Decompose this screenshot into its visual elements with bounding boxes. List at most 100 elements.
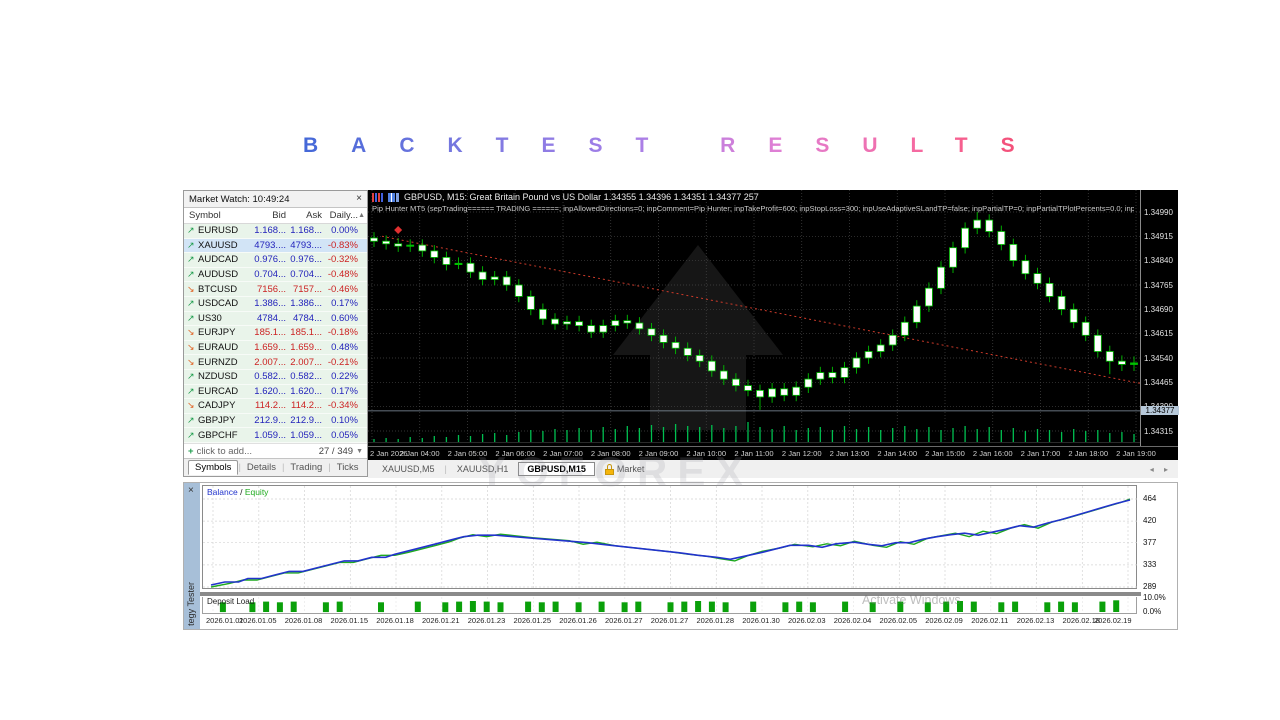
daily-change: 0.17% xyxy=(331,385,358,397)
column-ask[interactable]: Ask xyxy=(286,210,322,221)
date-tick: 2026.01.08 xyxy=(284,616,323,625)
column-symbol[interactable]: Symbol xyxy=(184,210,250,221)
up-arrow-icon: ↗ xyxy=(187,239,195,250)
date-tick: 2026.01.25 xyxy=(513,616,552,625)
date-tick: 2026.02.11 xyxy=(971,616,1009,625)
symbol-name: ↗ GBPCHF xyxy=(187,429,238,441)
ask-value: 7157... xyxy=(292,283,322,295)
load-top-label: 10.0% xyxy=(1143,593,1166,602)
strategy-tester-strip[interactable]: × tegy Tester xyxy=(184,483,200,629)
down-arrow-icon: ↘ xyxy=(187,356,195,367)
candlestick-plot[interactable] xyxy=(368,190,1141,446)
market-watch-row-audusd[interactable]: ↗ AUDUSD 0.704... 0.704... -0.48% xyxy=(184,267,367,283)
daily-change: 0.48% xyxy=(331,342,358,354)
market-watch-row-nzdusd[interactable]: ↗ NZDUSD 0.582... 0.582... 0.22% xyxy=(184,369,367,385)
panel-splitter[interactable] xyxy=(200,592,1141,596)
price-tick: 1.34465 xyxy=(1144,377,1173,387)
close-icon[interactable]: × xyxy=(356,194,362,204)
symbol-name: ↘ EURAUD xyxy=(187,342,239,354)
tab-details[interactable]: Details xyxy=(241,461,282,474)
date-tick: 2026.01.23 xyxy=(467,616,506,625)
date-tick: 2026.01.27 xyxy=(650,616,689,625)
time-tick: 2 Jan 19:00 xyxy=(1116,449,1156,458)
daily-change: -0.21% xyxy=(327,356,358,368)
market-watch-footer: + click to add... 27 / 349 ▼ xyxy=(184,443,367,458)
market-watch-row-gbpchf[interactable]: ↗ GBPCHF 1.059... 1.059... 0.05% xyxy=(184,428,367,443)
tab-market[interactable]: Market xyxy=(617,464,645,474)
equity-curve-chart[interactable] xyxy=(202,485,1138,590)
page-title: BACKTEST RESULTS xyxy=(303,134,1073,158)
bid-value: 185.1... xyxy=(254,327,286,339)
deposit-load-label: Deposit Load xyxy=(207,597,255,606)
market-watch-row-audcad[interactable]: ↗ AUDCAD 0.976... 0.976... -0.32% xyxy=(184,253,367,268)
symbol-name: ↘ CADJPY xyxy=(187,400,236,412)
scroll-down-icon[interactable]: ▼ xyxy=(356,448,363,455)
down-arrow-icon: ↘ xyxy=(187,400,195,411)
time-tick: 2 Jan 14:00 xyxy=(877,449,918,458)
date-tick: 2026.02.03 xyxy=(787,616,826,625)
chart-tabbar: XAUUSD,M5 | XAUUSD,H1 GBPUSD,M15 Market ◂ ▸ xyxy=(368,460,1178,478)
bid-value: 0.582... xyxy=(254,371,286,383)
market-watch-row-eurjpy[interactable]: ↘ EURJPY 185.1... 185.1... -0.18% xyxy=(184,326,367,341)
ask-value: 2.007... xyxy=(290,356,322,368)
chart-tab-gbpusd-m15[interactable]: GBPUSD,M15 xyxy=(518,462,595,476)
price-tick: 1.34540 xyxy=(1144,353,1173,363)
down-arrow-icon: ↘ xyxy=(187,283,195,294)
market-watch-row-us30[interactable]: ↗ US30 4784... 4784... 0.60% xyxy=(184,311,367,327)
market-watch-row-usdcad[interactable]: ↗ USDCAD 1.386... 1.386... 0.17% xyxy=(184,296,367,312)
market-watch-row-gbpjpy[interactable]: ↗ GBPJPY 212.9... 212.9... 0.10% xyxy=(184,413,367,429)
market-watch-row-cadjpy[interactable]: ↘ CADJPY 114.2... 114.2... -0.34% xyxy=(184,399,367,414)
market-watch-row-eurnzd[interactable]: ↘ EURNZD 2.007... 2.007... -0.21% xyxy=(184,355,367,370)
tab-ticks[interactable]: Ticks xyxy=(331,461,365,474)
market-watch-row-euraud[interactable]: ↘ EURAUD 1.659... 1.659... 0.48% xyxy=(184,340,367,356)
market-watch-row-xauusd[interactable]: ↗ XAUUSD 4793.... 4793.... -0.83% xyxy=(184,238,367,254)
strategy-tester-label: tegy Tester xyxy=(186,582,196,626)
add-symbol-icon[interactable]: + xyxy=(188,446,194,457)
deposit-load-chart[interactable] xyxy=(202,597,1137,614)
down-arrow-icon: ↘ xyxy=(187,327,195,338)
date-tick: 2026.01.30 xyxy=(742,616,780,625)
market-watch-row-eurusd[interactable]: ↗ EURUSD 1.168... 1.168... 0.00% xyxy=(184,224,367,239)
scroll-up-icon[interactable]: ▲ xyxy=(358,212,367,219)
time-axis[interactable]: 2 Jan 2026 2 Jan 04:00 2 Jan 05:00 2 Jan 06… xyxy=(368,446,1178,460)
column-daily[interactable]: Daily... xyxy=(322,210,358,221)
date-tick: 2026.01.01 xyxy=(206,616,244,625)
daily-change: 0.60% xyxy=(331,312,358,324)
up-arrow-icon: ↗ xyxy=(187,254,195,265)
column-bid[interactable]: Bid xyxy=(250,210,286,221)
daily-change: -0.83% xyxy=(327,239,358,251)
equity-tick: 377 xyxy=(1143,537,1157,547)
time-tick: 2 Jan 08:00 xyxy=(590,449,631,458)
price-tick: 1.34915 xyxy=(1144,231,1173,241)
daily-change: -0.18% xyxy=(327,327,358,339)
time-tick: 2 Jan 12:00 xyxy=(781,449,822,458)
up-arrow-icon: ↗ xyxy=(187,429,195,440)
market-watch-row-eurcad[interactable]: ↗ EURCAD 1.620... 1.620... 0.17% xyxy=(184,384,367,400)
market-watch-row-btcusd[interactable]: ↘ BTCUSD 7156... 7157... -0.46% xyxy=(184,282,367,297)
price-chart-panel[interactable]: GBPUSD, M15: Great Britain Pound vs US D… xyxy=(368,190,1179,460)
tab-trading[interactable]: Trading xyxy=(284,461,328,474)
chart-tab-xauusd-m5[interactable]: XAUUSD,M5 xyxy=(374,463,443,475)
ask-value: 0.704... xyxy=(290,269,322,281)
chart-tab-xauusd-h1[interactable]: XAUUSD,H1 xyxy=(449,463,517,475)
ask-value: 4793.... xyxy=(290,239,322,251)
time-tick: 2 Jan 17:00 xyxy=(1020,449,1061,458)
bid-value: 1.620... xyxy=(254,385,286,397)
lock-icon xyxy=(604,463,614,475)
date-tick: 2026.01.15 xyxy=(330,616,369,625)
bid-value: 1.059... xyxy=(254,429,286,441)
close-icon[interactable]: × xyxy=(188,485,194,496)
market-watch-title: Market Watch: 10:49:24 xyxy=(189,193,290,205)
tab-nav-arrows[interactable]: ◂ ▸ xyxy=(1150,465,1172,474)
time-tick: 2 Jan 04:00 xyxy=(399,449,440,458)
tab-separator: | xyxy=(444,464,447,474)
equity-tick: 289 xyxy=(1143,582,1157,591)
market-watch-column-headers: Symbol Bid Ask Daily... ▲ xyxy=(184,208,367,224)
add-symbol-label[interactable]: click to add... xyxy=(197,446,252,457)
price-axis[interactable]: 1.34990 1.34915 1.34840 1.34765 1.34690 1.346… xyxy=(1140,190,1179,446)
date-tick: 2026.02.05 xyxy=(879,616,918,625)
up-arrow-icon: ↗ xyxy=(187,415,195,426)
date-tick: 2026.01.27 xyxy=(604,616,643,625)
daily-change: -0.46% xyxy=(327,283,358,295)
tab-symbols[interactable]: Symbols xyxy=(188,460,239,475)
